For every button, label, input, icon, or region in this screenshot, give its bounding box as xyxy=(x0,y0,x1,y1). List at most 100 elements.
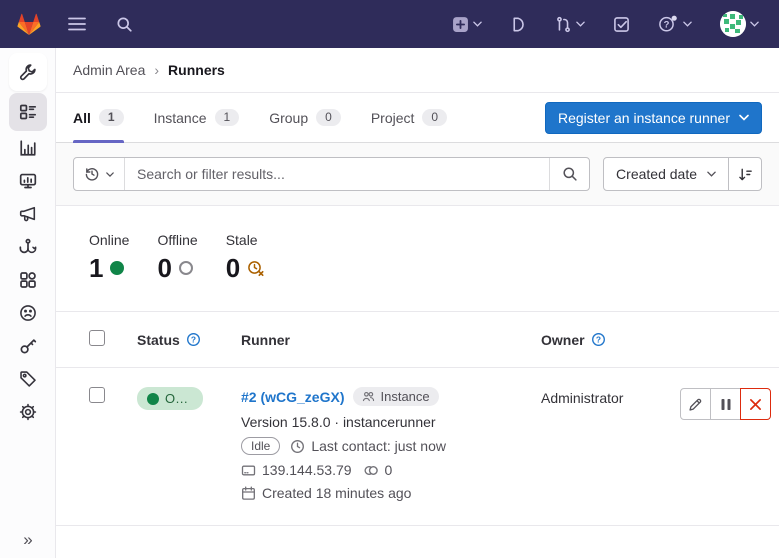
wrench-icon xyxy=(19,63,37,81)
monitoring-icon xyxy=(19,172,37,190)
sidebar-item-settings[interactable] xyxy=(9,395,47,428)
filter-bar: Created date xyxy=(56,143,779,206)
gear-icon xyxy=(19,403,37,421)
chevron-down-icon xyxy=(707,171,716,177)
admin-sidebar: » xyxy=(0,48,56,558)
owner-help-icon[interactable]: ? xyxy=(591,332,606,347)
jobs-count: 0 xyxy=(385,462,393,478)
search-submit-button[interactable] xyxy=(549,158,589,190)
register-instance-runner-button[interactable]: Register an instance runner xyxy=(545,102,762,134)
breadcrumb-separator: › xyxy=(154,62,159,78)
close-x-icon xyxy=(749,398,762,411)
hamburger-menu-icon[interactable] xyxy=(64,13,90,35)
runner-status-stats: Online 1 Offline 0 Stale 0 xyxy=(56,206,779,281)
user-avatar xyxy=(720,11,746,37)
runner-created: Created 18 minutes ago xyxy=(262,485,411,501)
sidebar-item-admin-area[interactable] xyxy=(9,53,47,91)
runner-table-row: Online #2 (wCG_zeGX) Instance Version 15… xyxy=(56,368,779,526)
status-badge[interactable]: Online xyxy=(137,387,203,410)
tab-group[interactable]: Group 0 xyxy=(269,93,341,142)
clock-icon xyxy=(290,439,305,454)
sort-by-dropdown[interactable]: Created date xyxy=(603,157,729,191)
idle-badge: Idle xyxy=(241,437,280,455)
notification-dot xyxy=(672,16,677,21)
tab-project[interactable]: Project 0 xyxy=(371,93,447,142)
runner-link[interactable]: #2 (wCG_zeGX) xyxy=(241,389,344,405)
tab-label: Instance xyxy=(154,110,207,126)
breadcrumb-admin-area[interactable]: Admin Area xyxy=(73,62,145,78)
sidebar-item-applications[interactable] xyxy=(9,263,47,296)
sort-direction-button[interactable] xyxy=(728,157,762,191)
recent-searches-dropdown[interactable] xyxy=(74,158,125,190)
tab-count-badge: 0 xyxy=(422,109,447,126)
gitlab-logo-icon[interactable] xyxy=(16,12,42,37)
svg-text:?: ? xyxy=(596,335,601,345)
delete-runner-button[interactable] xyxy=(740,388,771,420)
calendar-icon xyxy=(241,486,256,501)
runner-type-label: Instance xyxy=(380,389,429,404)
new-menu-button[interactable] xyxy=(448,12,486,37)
tab-instance[interactable]: Instance 1 xyxy=(154,93,240,142)
sidebar-item-system-hooks[interactable] xyxy=(9,230,47,263)
svg-text:?: ? xyxy=(664,20,670,31)
tab-count-badge: 1 xyxy=(215,109,240,126)
sidebar-expand-button[interactable]: » xyxy=(0,530,56,550)
issues-icon[interactable] xyxy=(506,12,531,37)
applications-icon xyxy=(19,271,37,289)
sidebar-item-deploy-keys[interactable] xyxy=(9,329,47,362)
runner-version: Version 15.8.0 · instancerunner xyxy=(241,414,541,430)
runner-ip-address: 139.144.53.79 xyxy=(262,462,352,478)
sort-controls: Created date xyxy=(603,157,762,191)
stat-label: Online xyxy=(89,232,129,248)
user-menu-button[interactable] xyxy=(716,7,763,41)
sidebar-item-abuse-reports[interactable] xyxy=(9,296,47,329)
runner-column-header: Runner xyxy=(241,332,290,348)
pause-runner-button[interactable] xyxy=(710,388,741,420)
runner-tabs: All 1 Instance 1 Group 0 Project 0 Regis… xyxy=(56,93,779,143)
status-help-icon[interactable]: ? xyxy=(186,332,201,347)
tab-label: All xyxy=(73,110,91,126)
top-navigation-bar: ? xyxy=(0,0,779,48)
jobs-link-icon xyxy=(362,464,379,477)
sidebar-item-monitoring[interactable] xyxy=(9,164,47,197)
register-button-label: Register an instance runner xyxy=(558,110,730,126)
pencil-icon xyxy=(688,397,703,412)
sidebar-item-labels[interactable] xyxy=(9,362,47,395)
owner-column-header: Owner xyxy=(541,332,585,348)
stat-label: Stale xyxy=(226,232,265,248)
stat-value: 1 xyxy=(89,255,103,281)
runner-actions xyxy=(681,387,771,420)
search-icon[interactable] xyxy=(112,12,137,37)
stat-value: 0 xyxy=(157,255,171,281)
chevron-down-icon xyxy=(473,21,482,27)
search-icon xyxy=(562,166,578,182)
sidebar-item-messages[interactable] xyxy=(9,197,47,230)
runner-type-badge: Instance xyxy=(353,387,438,406)
edit-runner-button[interactable] xyxy=(680,388,711,420)
chevron-down-icon xyxy=(750,21,759,27)
server-icon xyxy=(241,463,256,478)
sad-face-icon xyxy=(19,304,37,322)
stat-offline: Offline 0 xyxy=(157,232,197,281)
stat-online: Online 1 xyxy=(89,232,129,281)
help-icon[interactable]: ? xyxy=(654,11,696,37)
sidebar-item-overview[interactable] xyxy=(9,93,47,131)
pause-icon xyxy=(720,398,732,411)
sidebar-item-analytics[interactable] xyxy=(9,131,47,164)
stale-clock-icon xyxy=(247,260,265,277)
todos-icon[interactable] xyxy=(609,12,634,37)
sort-descending-icon xyxy=(738,167,753,182)
chevron-down-icon xyxy=(576,21,585,27)
sort-label: Created date xyxy=(616,166,697,182)
history-icon xyxy=(84,166,100,182)
search-input[interactable] xyxy=(125,158,549,190)
select-all-checkbox[interactable] xyxy=(89,330,105,346)
analytics-icon xyxy=(19,139,37,157)
hook-icon xyxy=(19,238,37,256)
tab-count-badge: 1 xyxy=(99,109,124,126)
breadcrumb: Admin Area › Runners xyxy=(56,48,779,93)
runners-table-header: Status ? Runner Owner ? xyxy=(56,311,779,368)
tab-all[interactable]: All 1 xyxy=(73,93,124,142)
row-select-checkbox[interactable] xyxy=(89,387,105,403)
merge-requests-icon[interactable] xyxy=(551,12,589,37)
